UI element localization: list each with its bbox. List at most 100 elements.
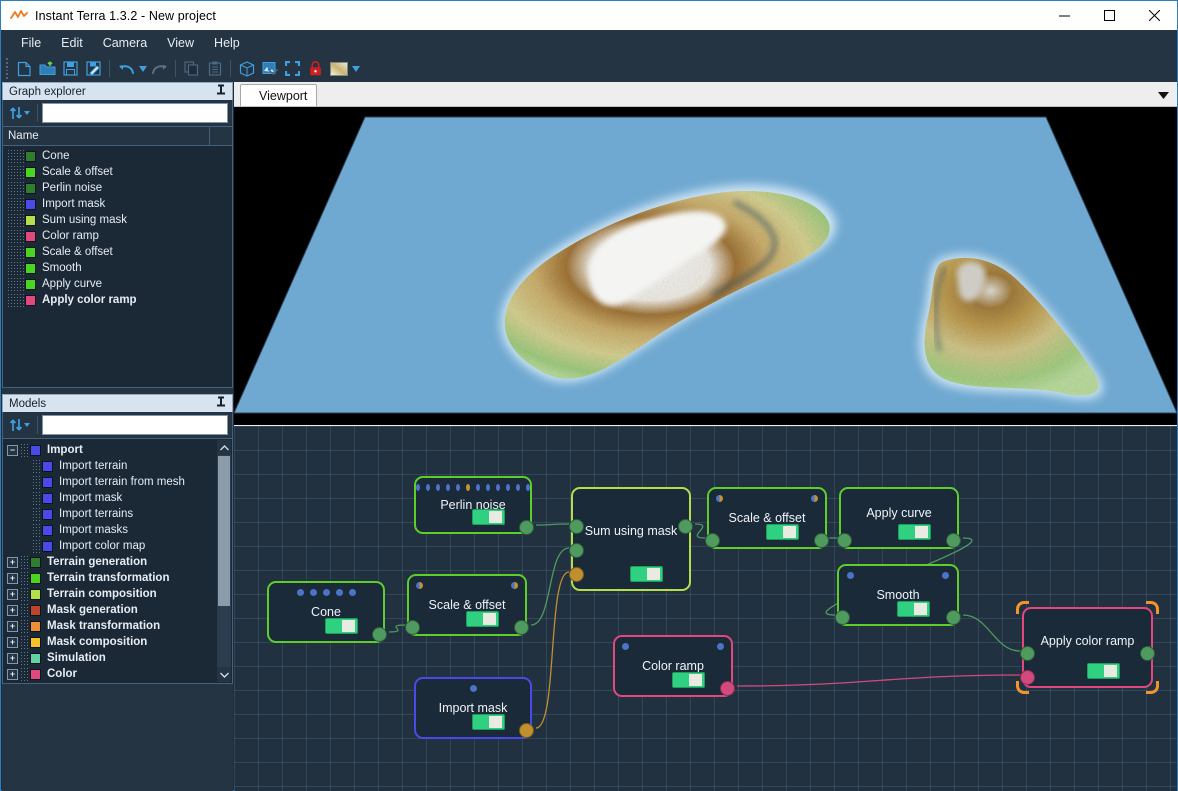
expand-icon[interactable]: + — [7, 668, 18, 680]
models-tree-item[interactable]: Import color map — [3, 538, 216, 554]
node-input-port[interactable] — [705, 533, 720, 548]
graph-explorer-item[interactable]: Smooth — [3, 260, 232, 276]
node-enable-toggle[interactable] — [672, 672, 705, 688]
graph-node-apply-color-ramp[interactable]: Apply color ramp — [1016, 601, 1159, 694]
node-output-port[interactable] — [678, 519, 693, 534]
color-ramp-icon[interactable] — [327, 57, 350, 80]
close-button[interactable] — [1132, 1, 1177, 30]
node-link[interactable] — [962, 614, 1021, 652]
expand-icon[interactable]: + — [7, 604, 18, 616]
viewport-menu-chevron-down-icon[interactable] — [1158, 91, 1169, 102]
node-link[interactable] — [736, 674, 1021, 687]
parameter-dot[interactable] — [847, 572, 854, 579]
column-header-name[interactable]: Name — [3, 127, 210, 146]
parameter-dot[interactable] — [416, 484, 420, 491]
node-input-port[interactable] — [835, 610, 850, 625]
node-graph-canvas[interactable]: Perlin noise Cone Scale & offset Import mas… — [234, 426, 1177, 791]
pin-icon[interactable] — [216, 396, 226, 411]
parameter-dot[interactable] — [476, 484, 480, 491]
scrollbar-thumb[interactable] — [218, 456, 230, 606]
save-icon[interactable] — [59, 57, 82, 80]
node-input-port[interactable] — [405, 620, 420, 635]
render-image-icon[interactable] — [258, 57, 281, 80]
models-tree-item[interactable]: + Mask generation — [3, 602, 216, 618]
parameter-dot[interactable] — [716, 495, 723, 502]
node-enable-toggle[interactable] — [766, 524, 799, 540]
graph-explorer-item[interactable]: Apply curve — [3, 276, 232, 292]
node-input-port[interactable] — [569, 543, 584, 558]
node-input-port[interactable] — [1020, 646, 1035, 661]
models-filter-input[interactable] — [42, 415, 228, 435]
expand-icon[interactable]: + — [7, 572, 18, 584]
graph-explorer-item[interactable]: Import mask — [3, 196, 232, 212]
color-ramp-dropdown-icon[interactable] — [350, 57, 361, 80]
graph-node-import-mask[interactable]: Import mask — [414, 677, 534, 739]
parameter-dot[interactable] — [469, 685, 477, 692]
parameter-dot[interactable] — [322, 589, 330, 596]
parameter-dot[interactable] — [416, 582, 423, 589]
node-enable-toggle[interactable] — [466, 611, 499, 627]
node-link[interactable] — [388, 624, 406, 633]
parameter-dot[interactable] — [622, 643, 629, 650]
undo-icon[interactable] — [114, 57, 137, 80]
models-tree-item[interactable]: + Terrain transformation — [3, 570, 216, 586]
graph-explorer-item[interactable]: Apply color ramp — [3, 292, 232, 308]
save-as-icon[interactable] — [82, 57, 105, 80]
scrollbar-track[interactable] — [217, 455, 231, 667]
models-tree-item[interactable]: Import terrain — [3, 458, 216, 474]
parameter-dot[interactable] — [309, 589, 317, 596]
node-link[interactable] — [530, 547, 570, 626]
sort-icon[interactable] — [7, 415, 33, 435]
expand-icon[interactable]: + — [7, 652, 18, 664]
box-3d-icon[interactable] — [235, 57, 258, 80]
sort-icon[interactable] — [7, 103, 33, 123]
node-enable-toggle[interactable] — [472, 714, 505, 730]
node-output-port[interactable] — [1140, 646, 1155, 661]
models-tree-item[interactable]: + Color — [3, 666, 216, 682]
copy-icon[interactable] — [180, 57, 203, 80]
parameter-dot[interactable] — [506, 484, 510, 491]
parameter-dot[interactable] — [296, 589, 304, 596]
models-tree-item[interactable]: Import masks — [3, 522, 216, 538]
expand-icon[interactable]: + — [7, 636, 18, 648]
chevron-up-icon[interactable] — [217, 440, 231, 455]
parameter-dot[interactable] — [496, 484, 500, 491]
models-tree-item[interactable]: + Terrain generation — [3, 554, 216, 570]
node-output-port[interactable] — [720, 681, 735, 696]
node-enable-toggle[interactable] — [1087, 663, 1120, 679]
graph-node-cone[interactable]: Cone — [267, 581, 387, 643]
parameter-dot[interactable] — [511, 582, 518, 589]
parameter-dot[interactable] — [335, 589, 343, 596]
chevron-down-icon[interactable] — [217, 667, 231, 682]
graph-explorer-item[interactable]: Sum using mask — [3, 212, 232, 228]
models-tree-item[interactable]: − Import — [3, 442, 216, 458]
parameter-dot[interactable] — [466, 484, 470, 491]
fullscreen-icon[interactable] — [281, 57, 304, 80]
models-tree-item[interactable]: Import terrain from mesh — [3, 474, 216, 490]
graph-node-scale-offset-2[interactable]: Scale & offset — [705, 487, 829, 549]
parameter-dot[interactable] — [486, 484, 490, 491]
node-input-port[interactable] — [1020, 670, 1035, 685]
parameter-dot[interactable] — [942, 572, 949, 579]
redo-icon[interactable] — [148, 57, 171, 80]
models-tree-item[interactable]: + Mask transformation — [3, 618, 216, 634]
node-input-port[interactable] — [569, 567, 584, 582]
new-document-icon[interactable] — [13, 57, 36, 80]
parameter-dot[interactable] — [516, 484, 520, 491]
graph-explorer-filter-input[interactable] — [42, 103, 228, 123]
parameter-dot[interactable] — [446, 484, 450, 491]
maximize-button[interactable] — [1087, 1, 1132, 30]
node-output-port[interactable] — [946, 533, 961, 548]
graph-explorer-item[interactable]: Scale & offset — [3, 164, 232, 180]
parameter-dot[interactable] — [526, 484, 530, 491]
parameter-dot[interactable] — [426, 484, 430, 491]
lock-icon[interactable] — [304, 57, 327, 80]
expand-icon[interactable]: + — [7, 556, 18, 568]
models-tree-item[interactable]: Import terrains — [3, 506, 216, 522]
graph-explorer-item[interactable]: Color ramp — [3, 228, 232, 244]
clipboard-paste-icon[interactable] — [203, 57, 226, 80]
models-tree-item[interactable]: Import mask — [3, 490, 216, 506]
graph-node-perlin-noise[interactable]: Perlin noise — [414, 476, 534, 535]
graph-node-apply-curve[interactable]: Apply curve — [837, 487, 961, 549]
parameter-dot[interactable] — [717, 643, 724, 650]
